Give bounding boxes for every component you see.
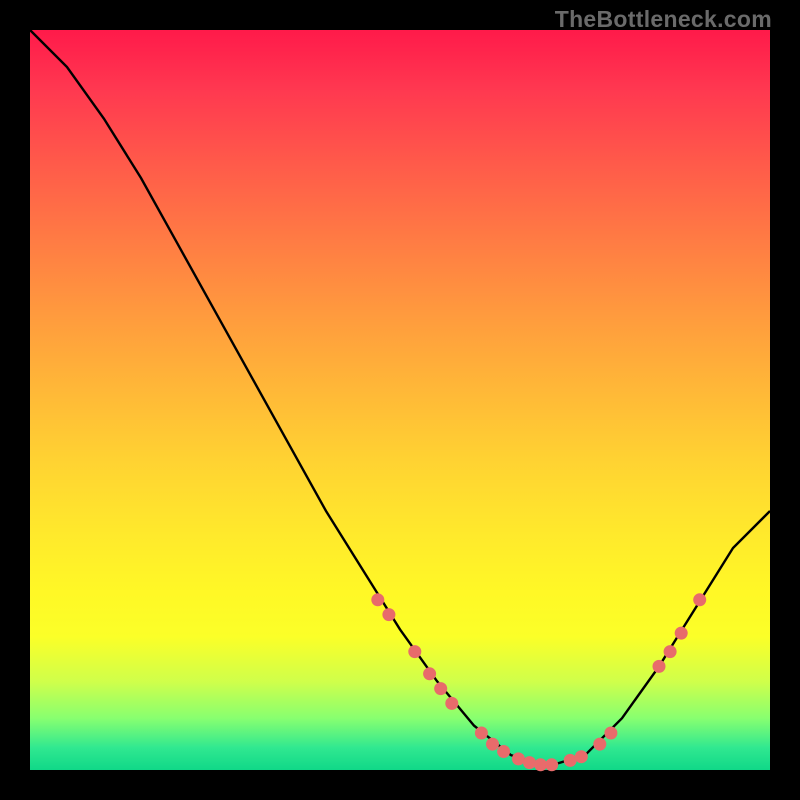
data-dot [604, 727, 617, 740]
data-dot [593, 738, 606, 751]
data-dot [486, 738, 499, 751]
watermark-text: TheBottleneck.com [555, 6, 772, 33]
data-dot [534, 758, 547, 771]
data-dot [382, 608, 395, 621]
bottleneck-curve [30, 30, 770, 766]
data-dot [575, 750, 588, 763]
data-dot [497, 745, 510, 758]
chart-container: TheBottleneck.com [0, 0, 800, 800]
data-dot [523, 756, 536, 769]
data-dot [564, 754, 577, 767]
data-dot [371, 593, 384, 606]
data-dot [434, 682, 447, 695]
data-dot [512, 752, 525, 765]
data-dot [693, 593, 706, 606]
data-dot [475, 727, 488, 740]
data-dot [664, 645, 677, 658]
data-dot [445, 697, 458, 710]
data-dot [545, 758, 558, 771]
data-dot [653, 660, 666, 673]
data-dots [371, 593, 706, 771]
data-dot [675, 627, 688, 640]
data-dot [408, 645, 421, 658]
curve-svg [30, 30, 770, 770]
plot-area [30, 30, 770, 770]
data-dot [423, 667, 436, 680]
